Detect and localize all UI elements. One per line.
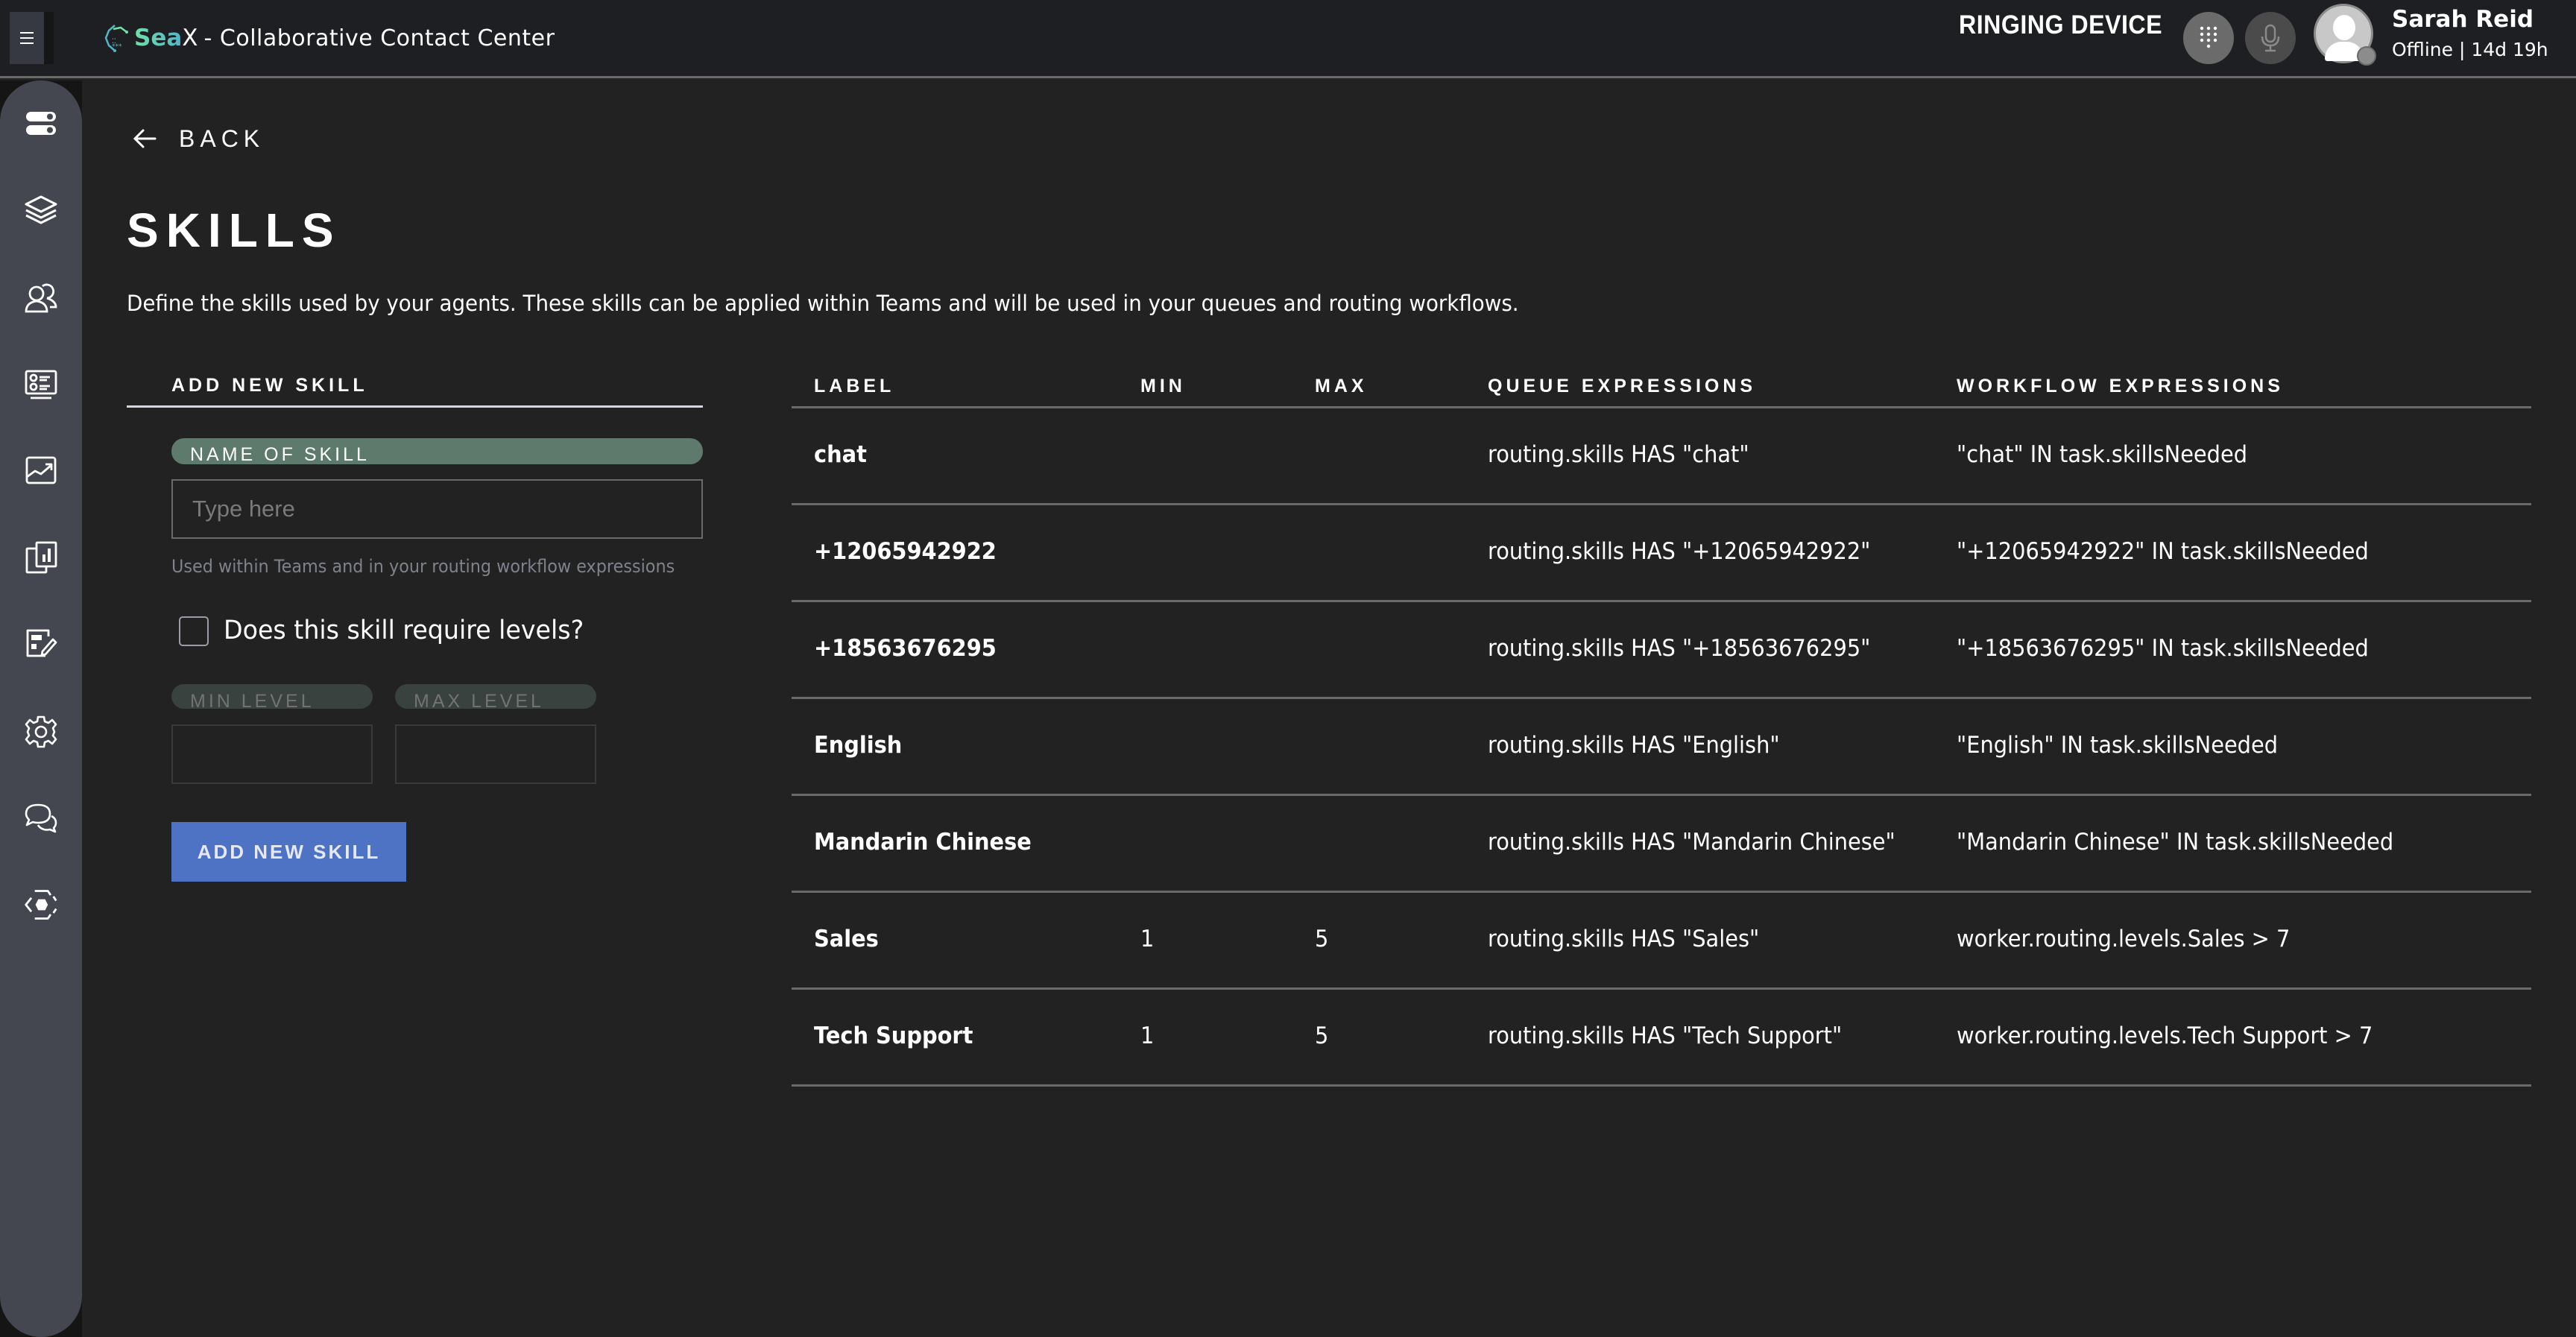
column-header-label[interactable]: LABEL [814, 376, 894, 397]
gear-icon [25, 715, 57, 748]
user-status[interactable]: Offline | 14d 19h [2392, 39, 2548, 60]
users-icon [25, 283, 57, 313]
contact-card-icon [25, 370, 57, 399]
skill-workflow-expression: "English" IN task.skillsNeeded [1957, 732, 2279, 759]
back-button[interactable]: BACK [133, 119, 265, 158]
sidebar-item-contacts[interactable] [20, 364, 62, 405]
skill-label: +18563676295 [814, 635, 997, 662]
skill-label: Mandarin Chinese [814, 829, 1032, 856]
require-levels-checkbox[interactable] [179, 616, 209, 646]
chart-trend-icon [25, 456, 57, 484]
menu-button-edge [44, 12, 54, 64]
column-header-queue-expressions[interactable]: QUEUE EXPRESSIONS [1488, 376, 1756, 397]
brand-x-text: X [182, 25, 198, 51]
column-header-workflow-expressions[interactable]: WORKFLOW EXPRESSIONS [1957, 376, 2284, 397]
app-title: - Collaborative Contact Center [203, 25, 555, 51]
back-label: BACK [179, 124, 265, 152]
add-skill-heading: ADD NEW SKILL [171, 375, 368, 396]
layers-icon [25, 195, 57, 224]
table-row[interactable]: Mandarin Chinese routing.skills HAS "Man… [792, 796, 2531, 893]
table-row[interactable]: chat routing.skills HAS "chat" "chat" IN… [792, 408, 2531, 505]
device-status-label: RINGING DEVICE [1959, 10, 2163, 39]
microphone-icon [2261, 24, 2280, 52]
arrow-left-icon [133, 129, 157, 148]
min-level-input[interactable] [171, 724, 373, 784]
skill-queue-expression: routing.skills HAS "Tech Support" [1488, 1022, 1843, 1049]
sidebar-item-analytics[interactable] [20, 450, 62, 492]
table-row[interactable]: English routing.skills HAS "English" "En… [792, 699, 2531, 796]
skill-label: English [814, 732, 903, 759]
sidebar-item-reports[interactable] [20, 537, 62, 578]
menu-button[interactable] [10, 12, 44, 64]
sidebar-item-toggles[interactable] [20, 103, 62, 145]
skill-workflow-expression: worker.routing.levels.Tech Support > 7 [1957, 1022, 2373, 1049]
presence-status-dot [2357, 46, 2376, 66]
skill-queue-expression: routing.skills HAS "Mandarin Chinese" [1488, 829, 1895, 856]
skill-name-helper: Used within Teams and in your routing wo… [171, 556, 675, 577]
app-brand: ⁚⁚ *** Sea X - Collaborative Contact Cent… [104, 22, 555, 54]
user-avatar[interactable] [2314, 4, 2376, 66]
table-row[interactable]: Sales 1 5 routing.skills HAS "Sales" wor… [792, 893, 2531, 990]
skill-min-level: 1 [1140, 1022, 1155, 1049]
sidebar-item-integrations[interactable] [20, 884, 62, 926]
skill-workflow-expression: worker.routing.levels.Sales > 7 [1957, 926, 2291, 952]
add-new-skill-button[interactable]: ADD NEW SKILL [171, 822, 406, 882]
require-levels-label[interactable]: Does this skill require levels? [224, 616, 584, 645]
brand-sea-text: Sea [134, 25, 183, 51]
user-name: Sarah Reid [2392, 6, 2534, 33]
skill-queue-expression: routing.skills HAS "Sales" [1488, 926, 1760, 952]
hamburger-icon [20, 32, 34, 44]
skill-workflow-expression: "chat" IN task.skillsNeeded [1957, 441, 2248, 468]
top-bar: ⁚⁚ *** Sea X - Collaborative Contact Cent… [0, 0, 2576, 78]
skill-label: Tech Support [814, 1022, 973, 1049]
skill-name-label: NAME OF SKILL [171, 438, 703, 465]
sidebar-item-users[interactable] [20, 277, 62, 319]
integrations-icon [25, 890, 57, 920]
dialpad-button[interactable] [2183, 12, 2234, 64]
skill-min-level: 1 [1140, 926, 1155, 952]
table-header: LABEL MIN MAX QUEUE EXPRESSIONS WORKFLOW… [792, 365, 2531, 408]
form-edit-icon [26, 629, 57, 657]
sidebar [0, 80, 82, 1337]
max-level-input[interactable] [395, 724, 596, 784]
skill-name-input[interactable] [171, 479, 703, 539]
sidebar-item-messaging[interactable] [20, 797, 62, 839]
sidebar-item-settings[interactable] [20, 711, 62, 753]
skill-label: chat [814, 441, 867, 468]
chat-icon [25, 803, 57, 833]
dialpad-icon [2200, 26, 2217, 48]
table-row[interactable]: +12065942922 routing.skills HAS "+120659… [792, 505, 2531, 602]
column-header-min[interactable]: MIN [1140, 376, 1186, 397]
skill-queue-expression: routing.skills HAS "English" [1488, 732, 1780, 759]
table-row[interactable]: Tech Support 1 5 routing.skills HAS "Tec… [792, 990, 2531, 1087]
min-level-label: MIN LEVEL [171, 684, 373, 712]
page-title: SKILLS [127, 203, 341, 257]
avatar-head [2333, 15, 2355, 40]
skill-max-level: 5 [1315, 1022, 1329, 1049]
table-row[interactable]: +18563676295 routing.skills HAS "+185636… [792, 602, 2531, 699]
skill-label: +12065942922 [814, 538, 997, 565]
reports-icon [25, 541, 57, 574]
column-header-max[interactable]: MAX [1315, 376, 1368, 397]
skill-workflow-expression: "+18563676295" IN task.skillsNeeded [1957, 635, 2369, 662]
skill-workflow-expression: "Mandarin Chinese" IN task.skillsNeeded [1957, 829, 2394, 856]
sidebar-item-layers[interactable] [20, 189, 62, 231]
seax-logo-icon: ⁚⁚ *** [104, 25, 128, 52]
skill-queue-expression: routing.skills HAS "chat" [1488, 441, 1749, 468]
skill-label: Sales [814, 926, 879, 952]
max-level-label: MAX LEVEL [395, 684, 596, 712]
skill-queue-expression: routing.skills HAS "+12065942922" [1488, 538, 1871, 565]
add-skill-divider [127, 405, 703, 408]
microphone-button[interactable] [2245, 12, 2296, 64]
skill-workflow-expression: "+12065942922" IN task.skillsNeeded [1957, 538, 2369, 565]
skill-max-level: 5 [1315, 926, 1329, 952]
skill-queue-expression: routing.skills HAS "+18563676295" [1488, 635, 1871, 662]
svg-text:***: *** [112, 43, 122, 51]
page-description: Define the skills used by your agents. T… [127, 291, 1519, 316]
table-body: chat routing.skills HAS "chat" "chat" IN… [792, 408, 2531, 1087]
toggles-icon [26, 112, 56, 135]
sidebar-item-forms[interactable] [20, 623, 62, 665]
skills-table: LABEL MIN MAX QUEUE EXPRESSIONS WORKFLOW… [792, 365, 2531, 1087]
